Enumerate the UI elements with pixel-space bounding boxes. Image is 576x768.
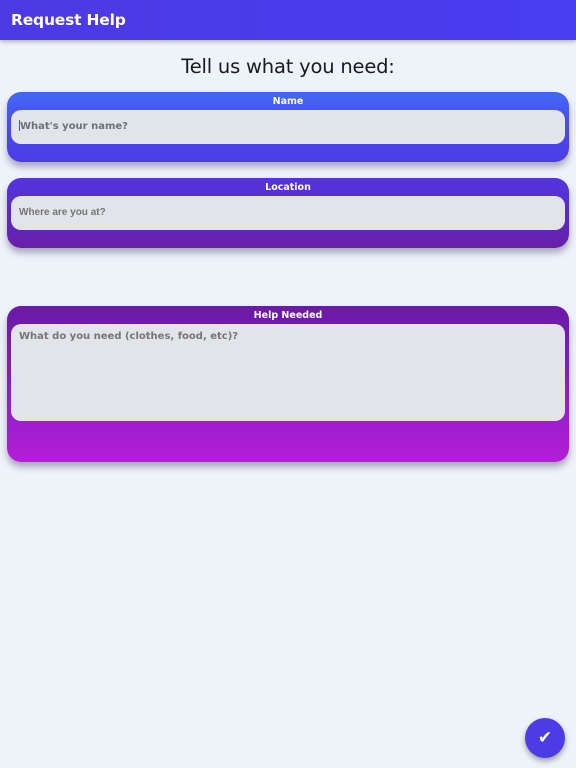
app-title: Request Help [11,11,126,29]
name-placeholder: What's your name? [20,121,128,132]
name-card: Name What's your name? [7,92,569,162]
help-card: Help Needed [7,306,569,462]
page-heading: Tell us what you need: [181,55,395,78]
name-label: Name [272,96,304,107]
help-input[interactable] [11,324,565,421]
location-label: Location [265,182,311,193]
location-input[interactable] [11,196,565,230]
check-icon: ✔ [537,728,553,748]
help-label: Help Needed [253,310,323,321]
app-bar: Request Help [0,0,576,40]
location-card: Location [7,178,569,248]
name-input[interactable]: What's your name? [11,110,565,144]
submit-button[interactable]: ✔ [525,718,565,758]
